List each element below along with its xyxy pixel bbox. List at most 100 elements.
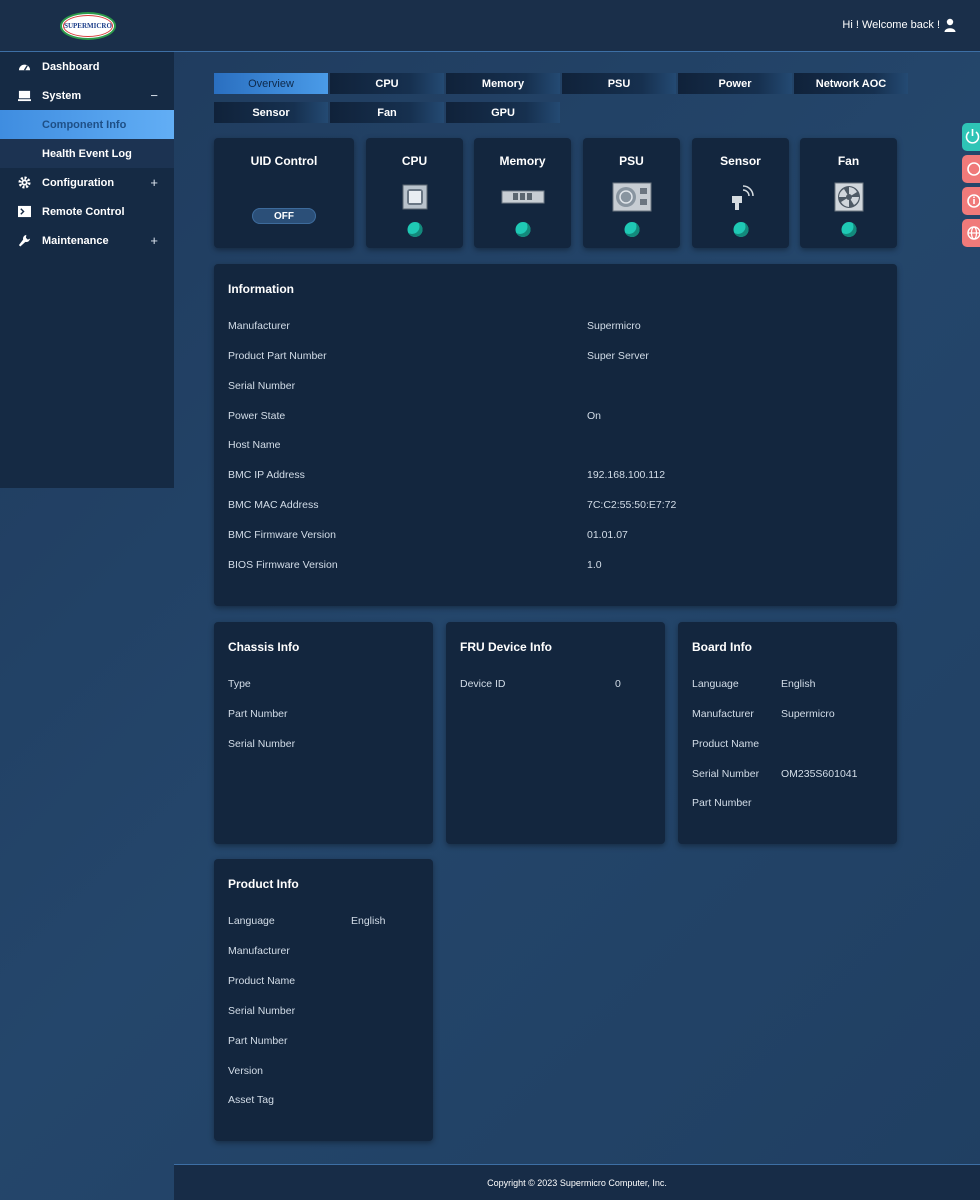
sidebar-item-label: Component Info	[42, 118, 127, 131]
cpu-icon	[402, 184, 427, 210]
board-label: Serial Number	[692, 768, 760, 780]
info-button[interactable]	[962, 187, 980, 215]
fru-value: 0	[615, 678, 621, 690]
board-label: Product Name	[692, 738, 760, 750]
info-value: 7C:C2:55:50:E7:72	[587, 499, 677, 511]
fru-label: Device ID	[460, 678, 506, 690]
top-header: SUPERMICRO Hi ! Welcome back !	[0, 0, 980, 52]
info-label: Manufacturer	[228, 320, 290, 332]
tab-memory[interactable]: Memory	[446, 73, 560, 94]
chassis-info-card: Chassis Info Type Part Number Serial Num…	[214, 622, 433, 844]
tab-overview[interactable]: Overview	[214, 73, 328, 94]
expand-toggle[interactable]: +	[150, 233, 158, 248]
board-info-card: Board Info Language English Manufacturer…	[678, 622, 897, 844]
card-title: Information	[228, 282, 294, 296]
cpu-tile[interactable]: CPU	[366, 138, 463, 248]
status-indicator	[624, 222, 639, 237]
copyright-text: Copyright © 2023 Supermicro Computer, In…	[487, 1177, 667, 1188]
product-label: Language	[228, 915, 275, 927]
language-button[interactable]	[962, 219, 980, 247]
tile-title: Sensor	[720, 154, 761, 168]
sidebar-item-dashboard[interactable]: Dashboard	[0, 52, 174, 81]
tab-psu[interactable]: PSU	[562, 73, 676, 94]
tile-title: Fan	[837, 154, 860, 168]
power-button[interactable]	[962, 123, 980, 151]
info-value: On	[587, 410, 602, 422]
sidebar-item-remote-control[interactable]: Remote Control	[0, 197, 174, 226]
tab-gpu[interactable]: GPU	[446, 102, 560, 123]
refresh-icon	[967, 162, 980, 176]
board-label: Manufacturer	[692, 708, 754, 720]
card-title: Product Info	[228, 877, 299, 891]
info-value: 1.0	[587, 559, 602, 571]
sensor-tile[interactable]: Sensor	[692, 138, 789, 248]
board-label: Language	[692, 678, 739, 690]
info-label: Product Part Number	[228, 350, 327, 362]
terminal-icon	[18, 205, 31, 218]
chassis-label: Serial Number	[228, 738, 296, 750]
globe-icon	[967, 226, 980, 240]
monitor-icon	[18, 90, 31, 102]
product-label: Manufacturer	[228, 945, 290, 957]
card-title: Chassis Info	[228, 640, 300, 654]
footer: Copyright © 2023 Supermicro Computer, In…	[174, 1164, 980, 1200]
uid-toggle-button[interactable]: OFF	[252, 208, 316, 224]
sidebar-item-component-info[interactable]: Component Info	[0, 110, 174, 139]
sidebar-item-label: Remote Control	[42, 205, 125, 218]
psu-tile[interactable]: PSU	[583, 138, 680, 248]
tile-title: CPU	[401, 154, 428, 168]
supermicro-logo[interactable]: SUPERMICRO	[60, 12, 116, 40]
expand-toggle[interactable]: +	[150, 175, 158, 190]
tile-title: PSU	[619, 154, 644, 168]
info-label: Serial Number	[228, 380, 296, 392]
dashboard-icon	[18, 64, 31, 71]
tab-fan[interactable]: Fan	[330, 102, 444, 123]
tab-cpu[interactable]: CPU	[330, 73, 444, 94]
status-indicator	[515, 222, 530, 237]
sidebar-item-label: Configuration	[42, 176, 115, 189]
product-label: Product Name	[228, 975, 296, 987]
product-label: Version	[228, 1065, 264, 1077]
user-icon[interactable]	[944, 18, 956, 32]
status-indicator	[841, 222, 856, 237]
fan-tile[interactable]: Fan	[800, 138, 897, 248]
collapse-toggle[interactable]: −	[150, 88, 158, 103]
memory-tile[interactable]: Memory	[474, 138, 571, 248]
info-label: Power State	[228, 410, 286, 422]
info-icon	[967, 194, 980, 208]
sidebar-item-health-event-log[interactable]: Health Event Log	[0, 139, 174, 168]
sidebar-item-label: Health Event Log	[42, 147, 132, 160]
sidebar-item-label: Dashboard	[42, 60, 100, 73]
logo-text: SUPERMICRO	[63, 15, 113, 37]
power-icon	[965, 129, 980, 144]
card-title: FRU Device Info	[460, 640, 553, 654]
info-value: Supermicro	[587, 320, 641, 332]
sidebar-item-configuration[interactable]: Configuration +	[0, 168, 174, 197]
product-label: Asset Tag	[228, 1094, 274, 1106]
board-value: OM235S601041	[781, 768, 858, 780]
sidebar-item-system[interactable]: System −	[0, 81, 174, 110]
sidebar-item-label: System	[42, 89, 82, 102]
fan-icon	[834, 182, 863, 212]
board-label: Part Number	[692, 797, 752, 809]
sidebar-item-maintenance[interactable]: Maintenance +	[0, 226, 174, 255]
uid-control-card: UID Control OFF	[214, 138, 354, 248]
info-label: BIOS Firmware Version	[228, 559, 338, 571]
fru-device-info-card: FRU Device Info Device ID 0	[446, 622, 665, 844]
product-info-card: Product Info Language English Manufactur…	[214, 859, 433, 1141]
tab-sensor[interactable]: Sensor	[214, 102, 328, 123]
status-indicator	[407, 222, 422, 237]
refresh-button[interactable]	[962, 155, 980, 183]
memory-icon	[501, 190, 544, 204]
product-label: Serial Number	[228, 1005, 296, 1017]
info-label: BMC MAC Address	[228, 499, 319, 511]
gear-icon	[18, 176, 31, 189]
product-label: Part Number	[228, 1035, 288, 1047]
info-label: Host Name	[228, 439, 281, 451]
sensor-icon	[731, 185, 754, 210]
chassis-label: Type	[228, 678, 251, 690]
board-value: Supermicro	[781, 708, 835, 720]
tab-network-aoc[interactable]: Network AOC	[794, 73, 908, 94]
welcome-text: Hi ! Welcome back !	[842, 19, 940, 31]
tab-power[interactable]: Power	[678, 73, 792, 94]
